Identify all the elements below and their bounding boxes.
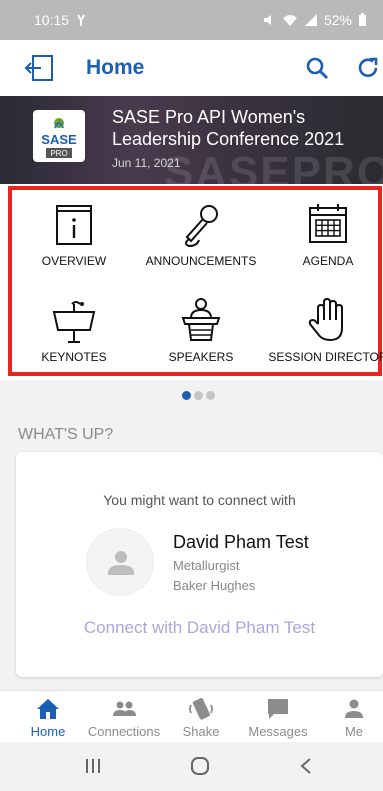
battery-percent: 52% [323, 12, 352, 28]
people-icon [113, 701, 136, 716]
hand-icon [308, 297, 343, 342]
contact-name[interactable]: David Pham Test [173, 532, 309, 553]
tile-label: SPEAKERS [168, 350, 234, 364]
system-navigation-bar [0, 742, 383, 791]
nav-home[interactable]: Home [8, 697, 88, 739]
page-dot[interactable] [206, 391, 215, 400]
refresh-icon[interactable] [356, 56, 380, 80]
tile-session-director[interactable]: SESSION DIRECTOR [268, 296, 383, 364]
signal-icon [304, 14, 317, 26]
contact-company: Baker Hughes [173, 578, 256, 593]
lectern-icon [52, 301, 96, 343]
battery-icon [359, 13, 366, 26]
tile-label: ANNOUNCEMENTS [145, 254, 257, 268]
nav-label: Me [344, 724, 364, 739]
speaker-podium-icon [181, 298, 221, 341]
connect-button[interactable]: Connect with David Pham Test [16, 618, 383, 638]
person-icon [345, 699, 363, 718]
sase-logo-icon: SASE PRO [41, 118, 77, 158]
tile-label: SESSION DIRECTOR [268, 350, 383, 364]
tile-label: KEYNOTES [41, 350, 107, 364]
event-date: Jun 11, 2021 [112, 156, 181, 170]
wifi-icon [282, 15, 297, 26]
nav-me[interactable]: Me [314, 697, 383, 739]
message-icon [268, 699, 288, 719]
tile-label: OVERVIEW [41, 254, 107, 268]
avatar[interactable] [86, 528, 154, 596]
shake-phone-icon [189, 698, 213, 720]
section-title: WHAT'S UP? [18, 426, 114, 443]
nav-label: Connections [87, 724, 161, 739]
nav-shake[interactable]: Shake [161, 697, 241, 739]
tile-keynotes[interactable]: KEYNOTES [14, 296, 134, 364]
status-time: 10:15 [34, 12, 70, 28]
nav-label: Shake [182, 724, 220, 739]
tile-overview[interactable]: OVERVIEW [14, 200, 134, 268]
banner-background-text: SASEPRO [163, 148, 383, 184]
event-logo: SASE PRO [33, 110, 85, 162]
status-bar: 10:15 52% [0, 0, 383, 40]
recent-apps-icon[interactable] [84, 757, 102, 775]
home-icon [37, 699, 59, 719]
home-button-icon[interactable] [190, 757, 210, 775]
nav-messages[interactable]: Messages [238, 697, 318, 739]
nav-label: Messages [248, 724, 308, 739]
microphone-icon [185, 205, 218, 248]
bottom-navigation: Home Connections Shake Messages Me [0, 690, 383, 742]
tile-speakers[interactable]: SPEAKERS [141, 296, 261, 364]
pagination-dots [182, 391, 215, 400]
card-prompt: You might want to connect with [103, 492, 296, 508]
exit-icon[interactable] [24, 54, 54, 82]
calendar-icon [309, 204, 347, 243]
person-placeholder-icon [108, 551, 134, 575]
notification-icon [77, 14, 85, 26]
event-title: SASE Pro API Women's Leadership Conferen… [112, 107, 345, 149]
tile-agenda[interactable]: AGENDA [268, 200, 383, 268]
feature-grid: OVERVIEW ANNOUNCEMENTS AGENDA KEYNOTES S… [0, 184, 383, 380]
contact-role: Metallurgist [173, 558, 240, 573]
nav-connections[interactable]: Connections [84, 697, 164, 739]
page-dot-active[interactable] [182, 391, 191, 400]
logo-text: SASE [41, 132, 77, 147]
app-bar: Home [0, 40, 383, 96]
tile-announcements[interactable]: ANNOUNCEMENTS [141, 200, 261, 268]
mute-icon [263, 15, 271, 25]
page-title: Home [86, 56, 145, 79]
nav-label: Home [30, 724, 66, 739]
info-icon [56, 205, 92, 245]
event-banner[interactable]: SASEPRO SASE PRO SASE Pro API Women's Le… [0, 96, 383, 184]
back-icon[interactable] [298, 757, 314, 775]
search-icon[interactable] [305, 56, 329, 80]
tile-label: AGENDA [302, 254, 354, 268]
logo-subtext: PRO [50, 149, 67, 158]
connect-suggestion-card: You might want to connect with David Pha… [16, 452, 383, 677]
page-dot[interactable] [194, 391, 203, 400]
